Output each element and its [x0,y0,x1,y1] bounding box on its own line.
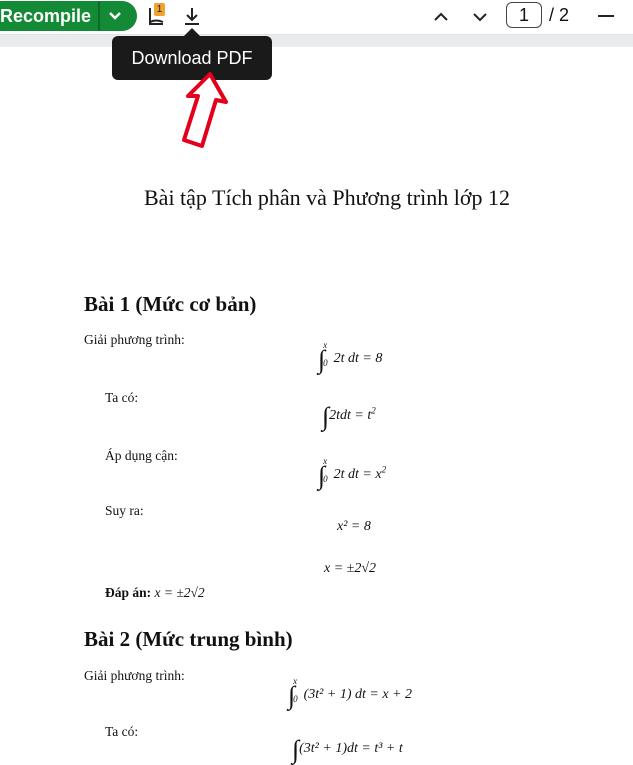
intro-text: Giải phương trình: [84,332,185,347]
step-text: Ta có: [105,390,139,405]
equation: ∫(3t² + 1)dt = t³ + t [292,735,403,764]
minus-icon[interactable] [598,15,614,17]
logs-badge: 1 [154,3,165,16]
equation: ∫x0 (3t² + 1) dt = x + 2 [288,676,412,710]
download-icon[interactable] [181,5,203,27]
equation: ∫x0 2t dt = 8 [318,340,383,374]
page-number-input[interactable]: 1 [506,2,542,28]
page-total: / 2 [549,5,570,25]
viewer-strip [0,35,633,47]
equation: ∫2tdt = t2 [322,402,376,431]
chevron-down-icon[interactable] [471,8,489,26]
recompile-label: Recompile [0,6,92,26]
recompile-divider [98,1,100,31]
intro-text: Giải phương trình: [84,668,185,683]
answer-line: Đáp án: x = ±2√2 [105,585,205,601]
red-arrow-annotation [182,72,228,148]
answer-value: x = ±2√2 [154,585,205,600]
step-text: Suy ra: [105,503,144,518]
chevron-down-icon[interactable] [106,7,124,25]
answer-label: Đáp án: [105,585,152,600]
chevron-up-icon[interactable] [432,8,450,26]
pdf-toolbar: Recompile 1 1 / 2 [0,0,633,35]
step-text: Áp dụng cận: [105,448,178,463]
equation: x = ±2√2 [324,561,377,576]
step-text: Ta có: [105,724,139,739]
section-heading: Bài 1 (Mức cơ bản) [84,292,257,316]
equation: ∫x0 2t dt = x2 [318,456,387,490]
document-title: Bài tập Tích phân và Phương trình lớp 12 [144,185,510,210]
pdf-page: Bài tập Tích phân và Phương trình lớp 12… [0,47,633,764]
recompile-button[interactable]: Recompile [0,1,137,31]
equation: x² = 8 [337,519,371,534]
section-heading: Bài 2 (Mức trung bình) [84,627,293,651]
